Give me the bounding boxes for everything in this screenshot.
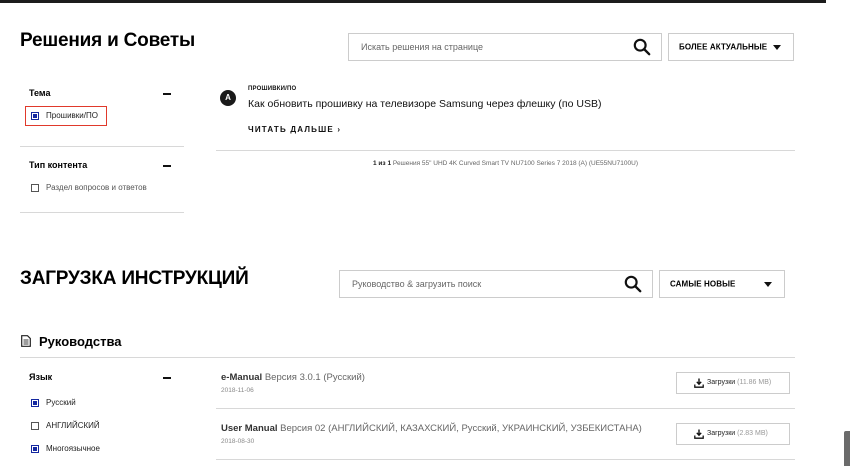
divider — [216, 408, 795, 409]
checkbox-russian[interactable] — [31, 399, 39, 407]
chevron-down-icon — [773, 45, 781, 50]
article-type-icon: A — [220, 90, 236, 106]
manual-title[interactable]: e-Manual Версия 3.0.1 (Русский) — [221, 372, 365, 383]
download-label: Загрузки — [707, 379, 736, 386]
article-category: ПРОШИВКИ/ПО — [248, 86, 297, 92]
read-more-link[interactable]: ЧИТАТЬ ДАЛЬШЕ › — [248, 125, 341, 134]
manuals-search[interactable] — [339, 270, 653, 298]
download-button[interactable]: Загрузки (2.83 MB) — [676, 423, 790, 445]
divider — [20, 357, 795, 358]
filter-option-russian[interactable]: Русский — [46, 398, 76, 407]
collapse-minus-icon[interactable] — [163, 377, 171, 379]
download-icon — [694, 429, 704, 439]
collapse-minus-icon[interactable] — [163, 165, 171, 167]
downloads-title: ЗАГРУЗКА ИНСТРУКЦИЙ — [20, 268, 249, 289]
solutions-title: Решения и Советы — [20, 30, 196, 51]
right-gutter — [826, 0, 850, 466]
manuals-section-title: Руководства — [39, 334, 122, 349]
manuals-sort-dropdown[interactable]: САМЫЕ НОВЫЕ — [659, 270, 785, 298]
manual-version: Версия 02 (АНГЛИЙСКИЙ, КАЗАХСКИЙ, Русски… — [280, 423, 642, 434]
checkbox-multilingual[interactable] — [31, 445, 39, 453]
manual-version: Версия 3.0.1 (Русский) — [264, 372, 365, 383]
manual-date: 2018-11-06 — [221, 387, 254, 394]
results-summary: 1 из 1 Решения 55" UHD 4K Curved Smart T… — [216, 160, 795, 167]
filter-option-qa-section[interactable]: Раздел вопросов и ответов — [46, 183, 147, 192]
filter-option-multilingual[interactable]: Многоязычное — [46, 444, 100, 453]
filter-language-heading: Язык — [29, 372, 53, 382]
download-icon — [694, 378, 704, 388]
divider — [20, 146, 184, 147]
search-icon[interactable] — [624, 275, 642, 293]
solutions-search-input[interactable] — [361, 34, 611, 60]
solutions-search[interactable] — [348, 33, 662, 61]
manuals-search-input[interactable] — [352, 271, 602, 297]
filter-topic-heading: Тема — [29, 88, 51, 98]
results-text: Решения 55" UHD 4K Curved Smart TV NU710… — [392, 160, 638, 167]
filter-option-english[interactable]: АНГЛИЙСКИЙ — [46, 421, 100, 430]
file-size: (11.86 MB) — [737, 379, 772, 386]
divider — [20, 212, 184, 213]
divider — [216, 150, 795, 151]
checkbox-english[interactable] — [31, 422, 39, 430]
filter-content-type-heading: Тип контента — [29, 160, 88, 170]
document-icon — [21, 335, 31, 347]
manual-name[interactable]: User Manual — [221, 423, 278, 434]
download-label: Загрузки — [707, 430, 736, 437]
results-count: 1 из 1 — [373, 160, 392, 167]
manual-name[interactable]: e-Manual — [221, 372, 262, 383]
top-bar — [0, 0, 826, 3]
solutions-sort-label: БОЛЕЕ АКТУАЛЬНЫЕ — [679, 42, 768, 52]
manual-date: 2018-08-30 — [221, 438, 255, 445]
search-icon[interactable] — [633, 38, 651, 56]
chevron-down-icon — [764, 282, 772, 287]
divider — [216, 459, 795, 460]
checkbox-qa-section[interactable] — [31, 184, 39, 192]
scrollbar-thumb[interactable] — [844, 431, 850, 466]
manuals-sort-label: САМЫЕ НОВЫЕ — [670, 279, 736, 289]
article-title-link[interactable]: Как обновить прошивку на телевизоре Sams… — [248, 98, 601, 110]
file-size: (2.83 MB) — [737, 430, 768, 437]
download-button[interactable]: Загрузки (11.86 MB) — [676, 372, 790, 394]
manual-title[interactable]: User Manual Версия 02 (АНГЛИЙСКИЙ, КАЗАХ… — [221, 423, 642, 434]
solutions-sort-dropdown[interactable]: БОЛЕЕ АКТУАЛЬНЫЕ — [668, 33, 794, 61]
checkbox-firmware[interactable] — [31, 112, 39, 120]
filter-option-firmware[interactable]: Прошивки/ПО — [46, 111, 98, 120]
collapse-minus-icon[interactable] — [163, 93, 171, 95]
